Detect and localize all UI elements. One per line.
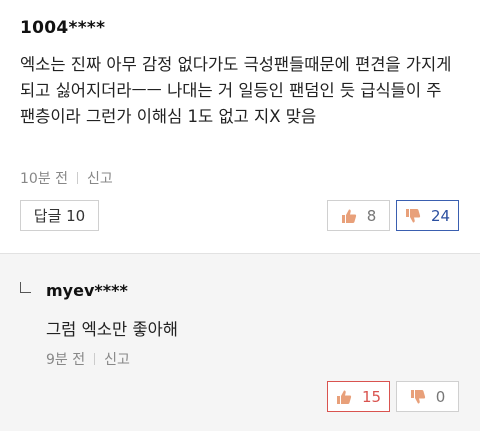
reply-time: 9분 전 [46, 352, 86, 368]
reply-button[interactable]: 답글 10 [20, 200, 99, 231]
like-count: 8 [366, 206, 377, 225]
like-button[interactable]: 15 [327, 381, 390, 412]
like-count: 15 [361, 387, 382, 406]
dislike-button[interactable]: 24 [396, 200, 459, 231]
report-button[interactable]: 신고 [104, 349, 130, 369]
comment-text: 엑소는 진짜 아무 감정 없다가도 극성팬들때문에 편견을 가지게 되고 싫어지… [20, 55, 452, 126]
comment-meta: 10분 전 신고 [20, 168, 113, 188]
dislike-count: 0 [435, 387, 446, 406]
thumbs-up-icon [336, 389, 352, 405]
thumbs-down-icon [410, 389, 426, 405]
report-button[interactable]: 신고 [87, 168, 113, 188]
reply-button-label: 답글 10 [33, 207, 86, 225]
meta-divider [77, 172, 79, 184]
thumbs-up-icon [341, 208, 357, 224]
reply-comment: myev**** 그럼 엑소만 좋아해 9분 전 신고 15 0 [0, 254, 480, 431]
reply-arrow-icon [20, 282, 31, 293]
comment-time: 10분 전 [20, 171, 69, 187]
reply-text: 그럼 엑소만 좋아해 [46, 320, 178, 339]
like-button[interactable]: 8 [327, 200, 390, 231]
reply-username[interactable]: myev**** [46, 281, 128, 300]
comment: 1004**** 엑소는 진짜 아무 감정 없다가도 극성팬들때문에 편견을 가… [0, 0, 480, 252]
dislike-button[interactable]: 0 [396, 381, 459, 412]
meta-divider [94, 353, 96, 365]
comment-username[interactable]: 1004**** [20, 18, 105, 38]
thumbs-down-icon [405, 208, 421, 224]
dislike-count: 24 [430, 206, 451, 225]
reply-meta: 9분 전 신고 [46, 349, 130, 369]
